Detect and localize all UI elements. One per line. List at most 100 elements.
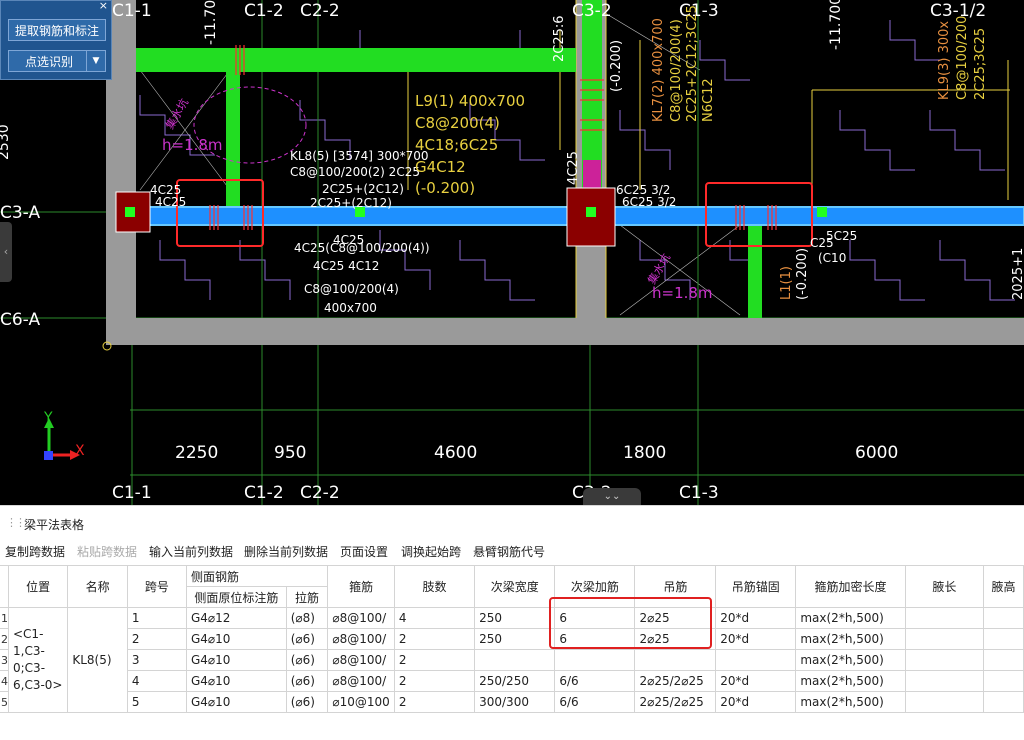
haunch-length-cell[interactable] (904, 628, 985, 650)
side-expand-tab[interactable]: ‹ (0, 222, 12, 282)
haunch-length-cell[interactable] (904, 649, 985, 671)
extract-rebar-button[interactable]: 提取钢筋和标注 (8, 19, 106, 41)
hanger-cell[interactable]: 2⌀25 (634, 628, 717, 650)
hanger-anchor-cell[interactable]: 20*d (715, 691, 797, 713)
legs-cell[interactable]: 2 (393, 670, 476, 692)
tie-cell[interactable]: (⌀8) (285, 607, 329, 629)
span-cell[interactable]: 3 (126, 649, 187, 671)
chevron-down-icon[interactable]: ▼ (86, 51, 105, 71)
hanger-cell[interactable] (634, 649, 717, 671)
col-header-secondary-width[interactable]: 次梁宽度 (474, 565, 556, 608)
stirrup-cell[interactable]: ⌀10@100 (327, 691, 395, 713)
side-rebar-cell[interactable]: G4⌀10 (185, 691, 287, 713)
span-cell[interactable]: 1 (126, 607, 187, 629)
hanger-cell[interactable]: 2⌀25/2⌀25 (634, 670, 717, 692)
haunch-height-cell[interactable] (983, 628, 1024, 650)
panel-collapse-tab[interactable]: ⌄⌄ (583, 488, 641, 505)
col-header-position[interactable]: 位置 (7, 565, 69, 608)
dense-length-cell[interactable]: max(2*h,500) (795, 649, 906, 671)
page-setup-button[interactable]: 页面设置 (340, 543, 388, 560)
haunch-length-cell[interactable] (904, 607, 985, 629)
table-row[interactable]: 2 2 G4⌀10 (⌀6) ⌀8@100/ 2 250 6 2⌀25 20*d… (0, 628, 1024, 650)
stirrup-cell[interactable]: ⌀8@100/ (327, 670, 395, 692)
input-column-button[interactable]: 输入当前列数据 (149, 543, 233, 560)
col-header-haunch-height[interactable]: 腋高 (983, 565, 1024, 608)
secondary-add-cell[interactable]: 6/6 (554, 670, 636, 692)
cantilever-code-button[interactable]: 悬臂钢筋代号 (473, 543, 545, 560)
span-cell[interactable]: 2 (126, 628, 187, 650)
table-row[interactable]: 5 5 G4⌀10 (⌀6) ⌀10@100 2 300/300 6/6 2⌀2… (0, 691, 1024, 713)
dense-length-cell[interactable]: max(2*h,500) (795, 691, 906, 713)
secondary-width-cell[interactable]: 250 (474, 628, 556, 650)
side-rebar-cell[interactable]: G4⌀12 (185, 607, 287, 629)
haunch-height-cell[interactable] (983, 691, 1024, 713)
tie-cell[interactable]: (⌀6) (285, 670, 329, 692)
stirrup-cell[interactable]: ⌀8@100/ (327, 649, 395, 671)
span-cell[interactable]: 4 (126, 670, 187, 692)
hanger-anchor-cell[interactable]: 20*d (715, 670, 797, 692)
beam-annotation: C25 (810, 236, 834, 250)
secondary-width-cell[interactable]: 300/300 (474, 691, 556, 713)
secondary-add-cell[interactable] (554, 649, 636, 671)
col-header-hanger[interactable]: 吊筋 (634, 565, 717, 608)
position-cell[interactable]: <C1-1,C3-0;C3-6,C3-0> (7, 607, 69, 713)
legs-cell[interactable]: 2 (393, 628, 476, 650)
hanger-anchor-cell[interactable]: 20*d (715, 628, 797, 650)
close-icon[interactable]: × (99, 0, 108, 12)
haunch-height-cell[interactable] (983, 607, 1024, 629)
delete-column-button[interactable]: 删除当前列数据 (244, 543, 328, 560)
table-row[interactable]: 4 4 G4⌀10 (⌀6) ⌀8@100/ 2 250/250 6/6 2⌀2… (0, 670, 1024, 692)
col-header-secondary-add[interactable]: 次梁加筋 (554, 565, 636, 608)
cad-drawing-canvas[interactable]: C1-1 C1-2 C2-2 C3-2 C1-3 C3-1/2 C1-1 C1-… (0, 0, 1024, 505)
tie-cell[interactable]: (⌀6) (285, 691, 329, 713)
secondary-width-cell[interactable] (474, 649, 556, 671)
col-header-hanger-anchor[interactable]: 吊筋锚固 (715, 565, 797, 608)
beam-annotation: 2C25+(2C12) (310, 196, 392, 210)
col-header-legs[interactable]: 肢数 (393, 565, 476, 608)
hanger-cell[interactable]: 2⌀25 (634, 607, 717, 629)
side-rebar-cell[interactable]: G4⌀10 (185, 670, 287, 692)
swap-start-span-button[interactable]: 调换起始跨 (401, 543, 461, 560)
tie-cell[interactable]: (⌀6) (285, 649, 329, 671)
copy-span-button[interactable]: 复制跨数据 (5, 543, 65, 560)
col-header-side-group[interactable]: 侧面钢筋 (185, 565, 329, 587)
col-header-span[interactable]: 跨号 (126, 565, 187, 608)
span-cell[interactable]: 5 (126, 691, 187, 713)
col-header-tie[interactable]: 拉筋 (285, 586, 329, 608)
paste-span-button[interactable]: 粘贴跨数据 (77, 543, 137, 560)
name-cell[interactable]: KL8(5) (67, 607, 128, 713)
secondary-width-cell[interactable]: 250/250 (474, 670, 556, 692)
row-index: 1 (0, 607, 9, 629)
secondary-width-cell[interactable]: 250 (474, 607, 556, 629)
dense-length-cell[interactable]: max(2*h,500) (795, 628, 906, 650)
legs-cell[interactable]: 4 (393, 607, 476, 629)
haunch-height-cell[interactable] (983, 649, 1024, 671)
haunch-length-cell[interactable] (904, 691, 985, 713)
legs-cell[interactable]: 2 (393, 691, 476, 713)
dense-length-cell[interactable]: max(2*h,500) (795, 607, 906, 629)
col-header-haunch-length[interactable]: 腋长 (904, 565, 985, 608)
legs-cell[interactable]: 2 (393, 649, 476, 671)
point-select-button[interactable]: 点选识别 ▼ (8, 50, 106, 72)
hanger-cell[interactable]: 2⌀25/2⌀25 (634, 691, 717, 713)
drag-grip-icon[interactable]: ⋮⋮ (6, 516, 26, 529)
tie-cell[interactable]: (⌀6) (285, 628, 329, 650)
secondary-add-cell[interactable]: 6 (554, 628, 636, 650)
col-header-side-original[interactable]: 侧面原位标注筋 (185, 586, 287, 608)
col-header-stirrup[interactable]: 箍筋 (327, 565, 395, 608)
secondary-add-cell[interactable]: 6 (554, 607, 636, 629)
col-header-name[interactable]: 名称 (67, 565, 128, 608)
haunch-height-cell[interactable] (983, 670, 1024, 692)
col-header-dense-length[interactable]: 箍筋加密长度 (795, 565, 906, 608)
secondary-add-cell[interactable]: 6/6 (554, 691, 636, 713)
stirrup-cell[interactable]: ⌀8@100/ (327, 628, 395, 650)
dense-length-cell[interactable]: max(2*h,500) (795, 670, 906, 692)
side-rebar-cell[interactable]: G4⌀10 (185, 628, 287, 650)
haunch-length-cell[interactable] (904, 670, 985, 692)
table-row[interactable]: 1 <C1-1,C3-0;C3-6,C3-0> KL8(5) 1 G4⌀12 (… (0, 607, 1024, 713)
table-row[interactable]: 3 3 G4⌀10 (⌀6) ⌀8@100/ 2 max(2*h,500) (0, 649, 1024, 671)
hanger-anchor-cell[interactable] (715, 649, 797, 671)
stirrup-cell[interactable]: ⌀8@100/ (327, 607, 395, 629)
hanger-anchor-cell[interactable]: 20*d (715, 607, 797, 629)
side-rebar-cell[interactable]: G4⌀10 (185, 649, 287, 671)
